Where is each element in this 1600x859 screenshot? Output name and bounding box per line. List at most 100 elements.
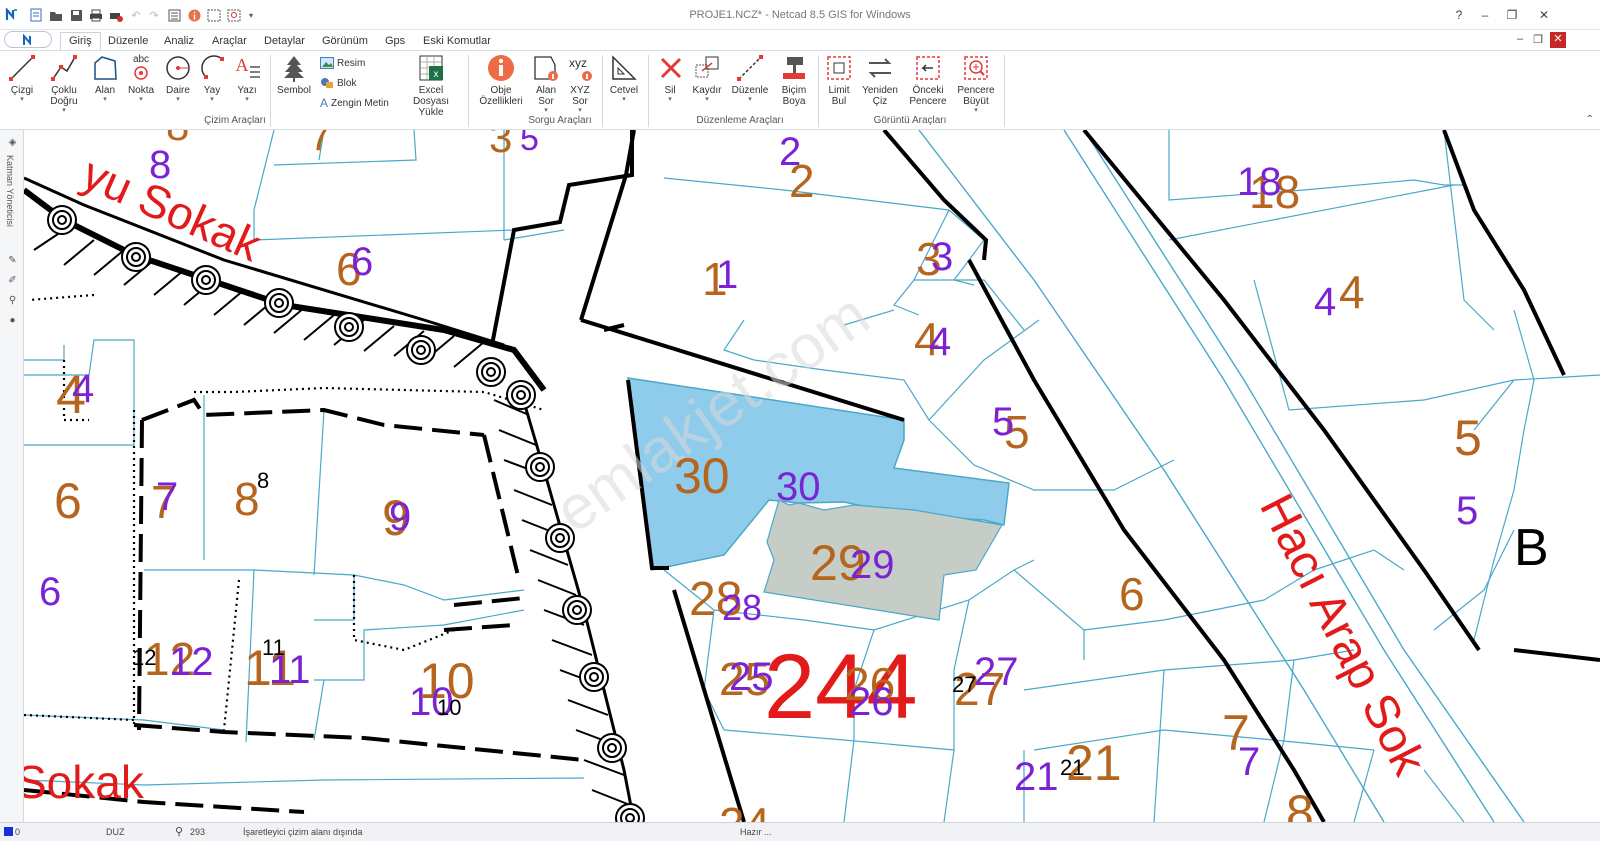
tab-gps[interactable]: Gps bbox=[377, 33, 413, 50]
alan-sor-button[interactable]: Alan Sor ▾ bbox=[530, 53, 562, 115]
ribbon-separator bbox=[1004, 55, 1005, 127]
yazi-button[interactable]: A Yazı ▾ bbox=[230, 53, 264, 104]
tab-analiz[interactable]: Analiz bbox=[156, 33, 202, 50]
obje-ozellikleri-button[interactable]: Obje Özellikleri bbox=[478, 53, 524, 107]
blok-button[interactable]: Blok bbox=[320, 77, 356, 89]
doc-restore-button[interactable]: ❐ bbox=[1530, 33, 1546, 46]
dropdown-caret-icon: ▾ bbox=[748, 96, 752, 103]
draw-mode[interactable]: DUZ bbox=[106, 827, 125, 837]
file-menu-button[interactable] bbox=[4, 31, 52, 48]
doc-minimize-button[interactable]: – bbox=[1512, 33, 1528, 45]
yeniden-label-1: Yeniden bbox=[862, 85, 898, 96]
duzenle-button[interactable]: Düzenle ▾ bbox=[730, 53, 770, 104]
dropdown-caret-icon: ▾ bbox=[245, 96, 249, 103]
parcel-number: 4 bbox=[1314, 280, 1336, 324]
dropdown-caret-icon: ▾ bbox=[139, 96, 143, 103]
layer-manager-panel: ◈ Katman Yöneticisi ✎ ✐ ⚲ ● bbox=[0, 130, 24, 822]
obje-label-1: Obje bbox=[490, 85, 512, 96]
tree-symbol bbox=[47, 205, 77, 235]
street-label-haci-arap: Hacı Arap Sok bbox=[1249, 486, 1436, 784]
sembol-button[interactable]: Sembol bbox=[274, 53, 314, 96]
tab-duzenle[interactable]: Düzenle bbox=[100, 33, 156, 50]
block-icon bbox=[321, 78, 333, 88]
sil-button[interactable]: Sil ▾ bbox=[656, 53, 684, 104]
layer-edit-icon[interactable]: ✐ bbox=[6, 274, 19, 287]
excel-dosyasi-yukle-button[interactable]: x Excel Dosyası Yükle bbox=[400, 53, 462, 118]
coklu-dogru-button[interactable]: Çoklu Doğru ▾ bbox=[44, 53, 84, 115]
parcel-number: 7 bbox=[156, 475, 178, 519]
bicim-boya-button[interactable]: Biçim Boya bbox=[776, 53, 812, 107]
parcel-number: 6 bbox=[1119, 568, 1145, 620]
kaydir-label: Kaydır bbox=[692, 85, 722, 96]
alan-label: Alan bbox=[94, 85, 115, 96]
active-layer[interactable]: 0 bbox=[15, 827, 20, 837]
collapse-ribbon-icon[interactable]: ⌃ bbox=[1586, 114, 1594, 125]
xyz-sor-button[interactable]: xyz XYZ Sor ▾ bbox=[564, 53, 596, 115]
alan-button[interactable]: Alan ▾ bbox=[90, 53, 120, 104]
tab-gorunum[interactable]: Görünüm bbox=[314, 33, 376, 50]
restore-button[interactable]: ❐ bbox=[1500, 6, 1524, 24]
tab-araclar[interactable]: Araçlar bbox=[204, 33, 255, 50]
duzenleme-araclari-group-label: Düzenleme Araçları bbox=[696, 115, 784, 126]
yeniden-label-2: Çiz bbox=[872, 96, 888, 107]
resim-button[interactable]: Resim bbox=[320, 57, 365, 69]
parcel-number: 5 bbox=[992, 400, 1014, 444]
kaydir-button[interactable]: Kaydır ▾ bbox=[690, 53, 724, 104]
parcel-number: 26 bbox=[849, 680, 894, 724]
dropdown-caret-icon: ▾ bbox=[578, 107, 582, 114]
help-button[interactable]: ? bbox=[1447, 6, 1471, 24]
nokta-label: Nokta bbox=[127, 85, 155, 96]
daire-button[interactable]: Daire ▾ bbox=[162, 53, 194, 104]
panel-pin-icon[interactable]: ◈ bbox=[6, 136, 19, 149]
nokta-button[interactable]: abc Nokta ▾ bbox=[124, 53, 158, 104]
tree-symbol bbox=[615, 803, 645, 822]
dropdown-caret-icon: ▾ bbox=[705, 96, 709, 103]
format-painter-icon bbox=[783, 57, 805, 79]
yeniden-ciz-button[interactable]: Yeniden Çiz bbox=[860, 53, 900, 107]
parcel-number: 27 bbox=[952, 672, 976, 697]
tab-detaylar[interactable]: Detaylar bbox=[256, 33, 313, 50]
excel-icon-text: x bbox=[434, 69, 439, 80]
zoom-level[interactable]: 293 bbox=[190, 827, 205, 837]
zengin-metin-button[interactable]: A Zengin Metin bbox=[320, 96, 389, 110]
yay-button[interactable]: Yay ▾ bbox=[198, 53, 226, 104]
yazi-label: Yazı bbox=[237, 85, 257, 96]
close-button[interactable]: ✕ bbox=[1532, 6, 1556, 24]
layer-info-icon[interactable]: ● bbox=[6, 314, 19, 327]
delete-icon bbox=[660, 57, 682, 79]
tab-eski-komutlar[interactable]: Eski Komutlar bbox=[415, 33, 499, 50]
parcel-number: 5 bbox=[1454, 410, 1482, 466]
doc-close-button[interactable]: ✕ bbox=[1550, 32, 1566, 48]
parcel-number: 25 bbox=[729, 655, 774, 699]
map-canvas[interactable]: emlakjet.com yu Sokak Sokak Hacı Arap So… bbox=[24, 130, 1600, 822]
xyz-query-icon: xyz bbox=[569, 56, 592, 81]
minimize-button[interactable]: – bbox=[1473, 6, 1497, 24]
layer-manager-tab[interactable]: Katman Yöneticisi bbox=[5, 155, 15, 227]
onceki-label-2: Pencere bbox=[909, 96, 947, 107]
layer-search-icon[interactable]: ⚲ bbox=[6, 294, 19, 307]
ribbon: Çizgi ▾ Çoklu Doğru ▾ Alan ▾ abc Nokta ▾… bbox=[0, 50, 1600, 130]
cizgi-button[interactable]: Çizgi ▾ bbox=[6, 53, 38, 104]
tree-symbol bbox=[525, 452, 555, 482]
parcel-number: 12 bbox=[169, 640, 214, 684]
pencere-buyut-button[interactable]: Pencere Büyüt ▾ bbox=[954, 53, 998, 115]
onceki-label-1: Önceki bbox=[912, 85, 944, 96]
tab-giris[interactable]: Giriş bbox=[60, 32, 101, 51]
ribbon-separator bbox=[648, 55, 649, 127]
layer-tool-icon[interactable]: ✎ bbox=[6, 254, 19, 267]
layer-color-swatch bbox=[4, 827, 13, 836]
zoom-extents-icon bbox=[827, 56, 851, 80]
image-icon bbox=[320, 57, 334, 69]
info-icon bbox=[488, 55, 514, 81]
zengin-metin-label: Zengin Metin bbox=[331, 97, 389, 109]
bicim-label-1: Biçim bbox=[781, 85, 807, 96]
daire-label: Daire bbox=[166, 85, 190, 96]
netcad-window: ↶ ↷ ▾ PROJE1.NCZ* - Netcad 8.5 GIS for W… bbox=[0, 0, 1600, 859]
onceki-pencere-button[interactable]: Önceki Pencere bbox=[906, 53, 950, 107]
nokta-icon-text: abc bbox=[133, 54, 149, 65]
limit-bul-button[interactable]: Limit Bul bbox=[822, 53, 856, 107]
title-bar: ↶ ↷ ▾ PROJE1.NCZ* - Netcad 8.5 GIS for W… bbox=[0, 0, 1600, 30]
tree-symbol bbox=[476, 357, 506, 387]
cetvel-button[interactable]: Cetvel ▾ bbox=[606, 53, 642, 104]
dropdown-caret-icon: ▾ bbox=[622, 96, 626, 103]
